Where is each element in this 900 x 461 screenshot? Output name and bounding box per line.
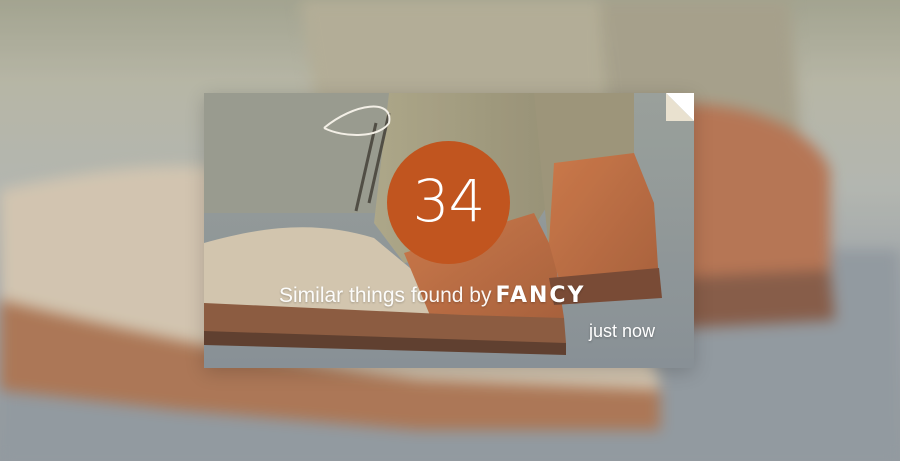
notification-card[interactable]: 34 Similar things found by FANCY just now [204, 93, 694, 368]
headline-message: Similar things found by [279, 284, 492, 307]
page-corner-cutout [666, 93, 694, 121]
screen: 34 Similar things found by FANCY just now [0, 0, 900, 461]
count-number: 34 [412, 166, 486, 235]
timestamp: just now [589, 321, 656, 341]
headline: Similar things found by FANCY [279, 283, 585, 308]
brand-name: FANCY [495, 283, 586, 308]
count-badge: 34 [387, 141, 510, 264]
